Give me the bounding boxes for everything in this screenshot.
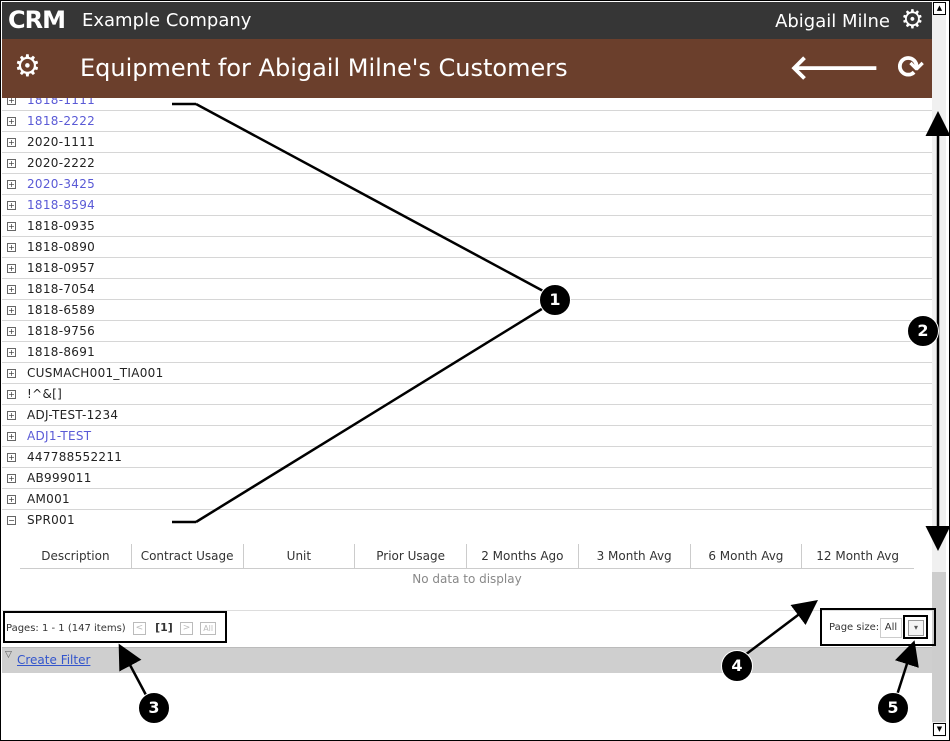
pager-highlight [3, 611, 227, 643]
callout-badge-1: 1 [539, 284, 571, 316]
dropdown-highlight [903, 615, 928, 639]
callout-badge-2: 2 [907, 315, 939, 347]
callout-badge-3: 3 [138, 692, 170, 724]
callout-badge-4: 4 [721, 650, 753, 682]
callout-badge-5: 5 [877, 692, 909, 724]
